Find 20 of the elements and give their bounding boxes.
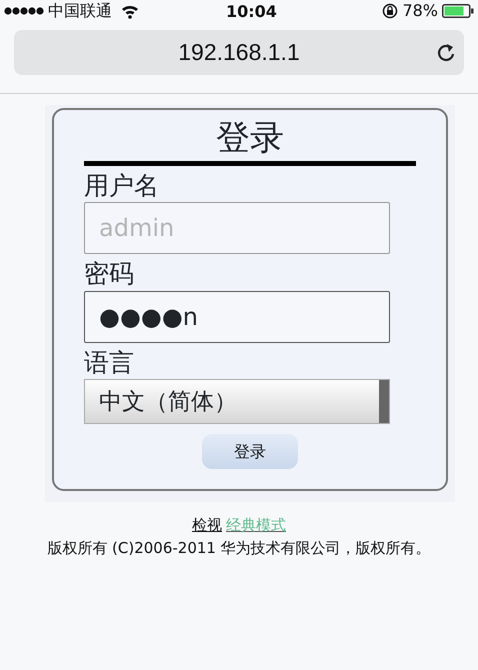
battery-percent: 78% xyxy=(402,0,438,22)
password-field[interactable]: ●●●●n xyxy=(84,290,390,343)
view-label: 检视 xyxy=(192,515,222,536)
url-text: 192.168.1.1 xyxy=(178,38,300,68)
login-title: 登录 xyxy=(215,118,285,159)
field-label: 用户名 xyxy=(84,170,160,202)
login-button[interactable]: 登录 xyxy=(202,434,298,470)
username-field[interactable]: admin xyxy=(84,202,390,254)
field-label: 语言 xyxy=(84,346,135,379)
reload-icon[interactable] xyxy=(436,42,456,64)
wifi-icon xyxy=(120,4,140,18)
battery-icon xyxy=(442,4,474,18)
address-bar[interactable]: 192.168.1.1 xyxy=(14,30,464,75)
copyright-text: 版权所有 (C)2006-2011 华为技术有限公司，版权所有。 xyxy=(46,538,432,559)
rotation-lock-icon xyxy=(382,3,398,19)
field-label: 密码 xyxy=(84,258,135,290)
language-select[interactable]: 中文（简体） xyxy=(84,379,390,424)
status-time: 10:04 xyxy=(226,1,277,23)
signal-icon xyxy=(4,5,44,17)
carrier-name: 中国联通 xyxy=(48,0,112,22)
